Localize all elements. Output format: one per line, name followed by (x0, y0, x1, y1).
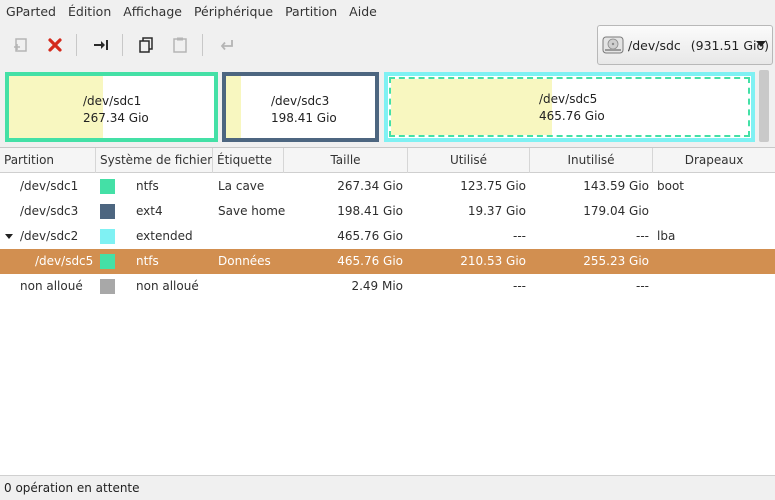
cell-used: 123.75 Gio (460, 179, 526, 193)
cell-size: 267.34 Gio (337, 179, 403, 193)
table-row[interactable]: /dev/sdc1 ntfs La cave 267.34 Gio 123.75… (0, 174, 775, 199)
delete-button[interactable] (42, 32, 68, 58)
menu-peripherique[interactable]: Périphérique (188, 0, 279, 24)
column-header-partition[interactable]: Partition (0, 148, 96, 173)
filesystem-color-swatch (100, 179, 115, 194)
device-name: /dev/sdc (628, 37, 681, 53)
map-scrollbar[interactable] (759, 70, 769, 142)
cell-partition: /dev/sdc3 (20, 204, 79, 218)
cell-flags: lba (657, 229, 676, 243)
table-row[interactable]: non alloué non alloué 2.49 Mio --- --- (0, 274, 775, 299)
cell-partition: /dev/sdc1 (20, 179, 79, 193)
map-partition-size: 465.76 Gio (539, 109, 605, 123)
cell-used: --- (513, 229, 526, 243)
partition-map: /dev/sdc1 267.34 Gio /dev/sdc3 198.41 Gi… (0, 66, 775, 146)
filesystem-color-swatch (100, 229, 115, 244)
copy-button[interactable] (133, 32, 159, 58)
device-selector[interactable]: /dev/sdc (931.51 Gio) (597, 25, 773, 65)
copy-icon (139, 37, 153, 53)
undo-icon (220, 40, 233, 51)
table-row[interactable]: /dev/sdc2 extended 465.76 Gio --- --- lb… (0, 224, 775, 249)
filesystem-color-swatch (100, 254, 115, 269)
cell-label: Save home (218, 204, 286, 218)
column-header-used[interactable]: Utilisé (408, 148, 530, 173)
table-row[interactable]: /dev/sdc3 ext4 Save home 198.41 Gio 19.3… (0, 199, 775, 224)
toolbar-separator (76, 34, 77, 56)
cell-size: 465.76 Gio (337, 229, 403, 243)
cell-unused: --- (636, 229, 649, 243)
menu-edition[interactable]: Édition (62, 0, 117, 24)
map-partition-sdc5[interactable]: /dev/sdc5 465.76 Gio (389, 77, 750, 137)
map-partition-size: 198.41 Gio (271, 111, 337, 125)
cell-size: 198.41 Gio (337, 204, 403, 218)
map-partition-name: /dev/sdc1 (83, 94, 142, 108)
cell-partition: /dev/sdc5 (35, 254, 94, 268)
cell-unused: 255.23 Gio (583, 254, 649, 268)
undo-button[interactable] (214, 32, 240, 58)
cell-size: 2.49 Mio (351, 279, 403, 293)
cell-filesystem: ntfs (136, 179, 159, 193)
cell-used: 19.37 Gio (467, 204, 526, 218)
column-header-flags[interactable]: Drapeaux (653, 148, 775, 173)
delete-icon (48, 38, 62, 52)
map-partition-sdc2-extended[interactable]: /dev/sdc5 465.76 Gio (384, 72, 755, 142)
used-space-bar (226, 76, 241, 138)
resize-move-icon (94, 40, 108, 50)
table-row-selected[interactable]: /dev/sdc5 ntfs Données 465.76 Gio 210.53… (0, 249, 775, 274)
toolbar-separator (202, 34, 203, 56)
menu-aide[interactable]: Aide (343, 0, 383, 24)
chevron-down-icon (756, 41, 766, 47)
resize-move-button[interactable] (88, 32, 114, 58)
cell-partition: /dev/sdc2 (20, 229, 79, 243)
paste-icon (173, 37, 187, 53)
filesystem-color-swatch (100, 279, 115, 294)
cell-used: 210.53 Gio (460, 254, 526, 268)
map-partition-name: /dev/sdc5 (539, 92, 598, 106)
cell-unused: --- (636, 279, 649, 293)
table-header: Partition Système de fichiers Étiquette … (0, 148, 775, 173)
status-bar: 0 opération en attente (0, 475, 775, 500)
expander-arrow-icon[interactable] (5, 234, 13, 239)
map-partition-sdc1[interactable]: /dev/sdc1 267.34 Gio (5, 72, 218, 142)
used-space-bar (391, 79, 552, 135)
cell-filesystem: ntfs (136, 254, 159, 268)
toolbar-separator (122, 34, 123, 56)
menu-gparted[interactable]: GParted (0, 0, 62, 24)
column-header-size[interactable]: Taille (284, 148, 408, 173)
new-partition-icon (14, 38, 27, 52)
cell-used: --- (513, 279, 526, 293)
filesystem-color-swatch (100, 204, 115, 219)
hard-disk-icon (602, 36, 624, 54)
column-header-filesystem[interactable]: Système de fichiers (96, 148, 213, 173)
map-partition-sdc3[interactable]: /dev/sdc3 198.41 Gio (222, 72, 379, 142)
cell-label: Données (218, 254, 271, 268)
cell-flags: boot (657, 179, 685, 193)
column-header-label[interactable]: Étiquette (213, 148, 284, 173)
cell-filesystem: non alloué (136, 279, 199, 293)
cell-filesystem: extended (136, 229, 193, 243)
new-partition-button[interactable] (7, 32, 33, 58)
cell-label: La cave (218, 179, 265, 193)
map-partition-size: 267.34 Gio (83, 111, 149, 125)
cell-filesystem: ext4 (136, 204, 163, 218)
paste-button[interactable] (167, 32, 193, 58)
map-partition-name: /dev/sdc3 (271, 94, 330, 108)
partition-table: Partition Système de fichiers Étiquette … (0, 147, 775, 475)
cell-partition: non alloué (20, 279, 83, 293)
cell-unused: 143.59 Gio (583, 179, 649, 193)
column-header-unused[interactable]: Inutilisé (530, 148, 653, 173)
cell-size: 465.76 Gio (337, 254, 403, 268)
cell-unused: 179.04 Gio (583, 204, 649, 218)
menu-affichage[interactable]: Affichage (117, 0, 188, 24)
menu-bar: GParted Édition Affichage Périphérique P… (0, 0, 775, 24)
menu-partition[interactable]: Partition (279, 0, 343, 24)
